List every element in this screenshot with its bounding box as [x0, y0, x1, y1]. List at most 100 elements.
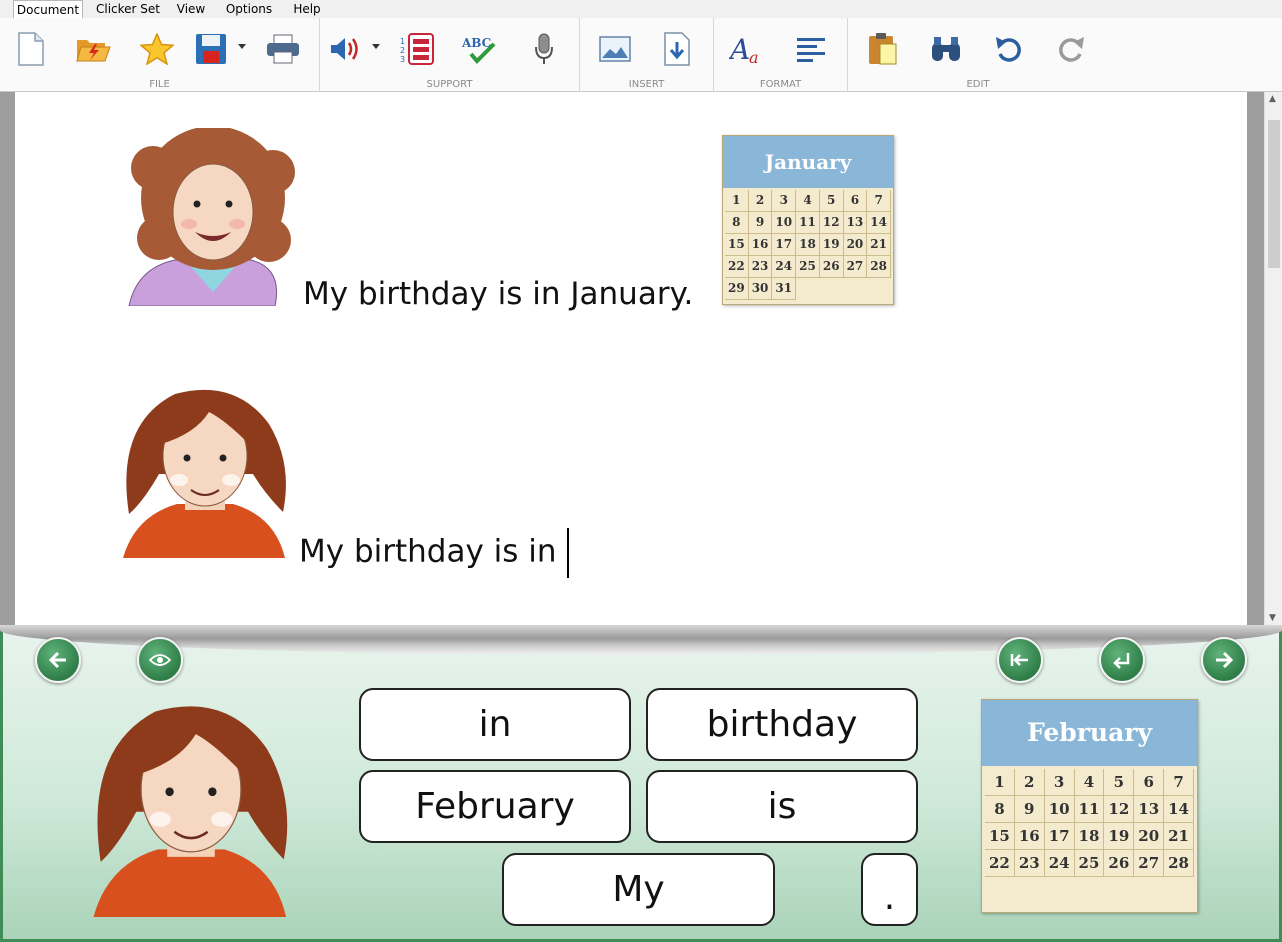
redo-button[interactable] — [1050, 28, 1092, 70]
insert-picture-button[interactable] — [594, 28, 636, 70]
favourites-button[interactable] — [136, 28, 178, 70]
find-button[interactable] — [925, 28, 967, 70]
word-cell-period[interactable]: . — [861, 853, 918, 926]
preview-button[interactable] — [137, 637, 183, 683]
calendar-day: 2 — [748, 190, 773, 212]
calendar-day: 7 — [1164, 769, 1194, 796]
word-cell-february[interactable]: February — [359, 770, 631, 843]
save-dropdown-arrow[interactable] — [238, 44, 246, 49]
word-cell-in[interactable]: in — [359, 688, 631, 761]
calendar-day: 11 — [796, 212, 820, 234]
tab-options[interactable]: Options — [222, 0, 276, 18]
return-icon — [1113, 653, 1130, 669]
scroll-up-arrow[interactable]: ▲ — [1269, 94, 1276, 104]
spell-check-button[interactable]: ABC — [458, 28, 500, 70]
document-page[interactable]: My birthday is in January. January 12345… — [15, 92, 1247, 625]
calendar-day: 20 — [843, 234, 868, 256]
february-calendar-cell[interactable]: February 1 2 3 4 5 6 7 8 9 10 11 12 13 14 15 16 17 18 19 20… — [981, 699, 1198, 913]
january-calendar-days: 1 2 3 4 5 6 7 8 9 10 11 12 13 14 15 16 17 18 19 20 21 22 23 24 2… — [723, 188, 893, 300]
tab-back-icon — [1010, 654, 1028, 666]
record-button[interactable] — [523, 28, 565, 70]
edit-group-label: EDIT — [966, 79, 990, 90]
document-vertical-scrollbar[interactable]: ▲ ▼ — [1264, 92, 1282, 625]
paste-button[interactable] — [862, 28, 904, 70]
align-left-button[interactable] — [790, 28, 832, 70]
file-group-label: FILE — [149, 79, 170, 90]
arrow-right-icon — [1216, 651, 1234, 669]
calendar-day: 27 — [1134, 850, 1165, 877]
tab-view[interactable]: View — [172, 0, 210, 18]
speech-dropdown-arrow[interactable] — [372, 44, 380, 49]
ribbon-tabs: Document Clicker Set View Options Help — [0, 0, 1282, 20]
new-line-button[interactable] — [1099, 637, 1145, 683]
february-calendar-days: 1 2 3 4 5 6 7 8 9 10 11 12 13 14 15 16 17 18 19 20 21 22 23 24 2… — [982, 766, 1197, 877]
speech-button[interactable] — [324, 28, 366, 70]
eye-icon — [149, 654, 171, 666]
calendar-day: 22 — [725, 256, 749, 278]
redo-icon — [1059, 37, 1084, 62]
calendar-day: 25 — [1074, 850, 1105, 877]
document-line-2: My birthday is in — [299, 528, 569, 578]
go-to-start-button[interactable] — [997, 637, 1043, 683]
calendar-day: 28 — [867, 256, 891, 278]
brown-haired-girl-picture — [123, 389, 286, 558]
calendar-day: 17 — [772, 234, 797, 256]
word-cell-birthday[interactable]: birthday — [646, 688, 918, 761]
svg-text:a: a — [749, 48, 759, 66]
arrow-left-icon — [48, 651, 66, 669]
calendar-day: 4 — [1074, 769, 1105, 796]
printer-icon — [267, 34, 299, 64]
numbered-list-icon: 123 — [400, 33, 434, 65]
new-document-button[interactable] — [10, 28, 52, 70]
calendar-day: 30 — [748, 278, 773, 300]
save-button[interactable] — [190, 28, 232, 70]
tab-document[interactable]: Document — [13, 0, 83, 20]
word-predictor-button[interactable]: 123 — [396, 28, 438, 70]
undo-icon — [996, 37, 1021, 62]
new-document-icon — [18, 32, 44, 66]
format-group-label: FORMAT — [759, 79, 802, 90]
calendar-day: 23 — [1014, 850, 1045, 877]
calendar-day: 18 — [796, 234, 820, 256]
support-group-label: SUPPORT — [426, 79, 473, 90]
tab-help[interactable]: Help — [288, 0, 326, 18]
calendar-day: 15 — [725, 234, 749, 256]
support-group: 123 ABC SUPPORT — [320, 18, 580, 91]
word-cell-my[interactable]: My — [502, 853, 775, 926]
insert-group-label: INSERT — [628, 79, 665, 90]
text-cursor — [566, 528, 569, 578]
ribbon-toolbar: FILE 123 ABC SUPPORT INSERT Aa FORMAT ED… — [0, 18, 1282, 92]
font-button[interactable]: Aa — [726, 28, 768, 70]
edit-group: EDIT — [848, 18, 1108, 91]
scroll-thumb[interactable] — [1268, 120, 1280, 268]
insert-group: INSERT — [580, 18, 714, 91]
binoculars-icon — [932, 37, 960, 61]
scroll-down-arrow[interactable]: ▼ — [1269, 613, 1276, 623]
calendar-day: 23 — [748, 256, 773, 278]
word-cell-is[interactable]: is — [646, 770, 918, 843]
calendar-day: 13 — [843, 212, 868, 234]
spell-check-icon: ABC — [461, 36, 496, 64]
calendar-day: 11 — [1074, 796, 1105, 823]
calendar-day: 3 — [1044, 769, 1075, 796]
insert-file-button[interactable] — [656, 28, 698, 70]
calendar-day: 27 — [843, 256, 868, 278]
calendar-day: 25 — [796, 256, 820, 278]
open-folder-icon — [76, 40, 111, 62]
january-calendar: January 1 2 3 4 5 6 7 8 9 10 11 12 13 14 15 16 17 18 19 20 2… — [722, 135, 894, 305]
january-calendar-month: January — [723, 136, 893, 188]
calendar-day: 1 — [985, 769, 1015, 796]
calendar-day: 29 — [725, 278, 749, 300]
forward-button[interactable] — [1201, 637, 1247, 683]
back-button[interactable] — [35, 637, 81, 683]
calendar-day: 12 — [1104, 796, 1135, 823]
calendar-day: 8 — [725, 212, 749, 234]
calendar-day: 26 — [1104, 850, 1135, 877]
february-calendar-month: February — [982, 700, 1197, 766]
print-button[interactable] — [262, 28, 304, 70]
calendar-day: 15 — [985, 823, 1015, 850]
open-button[interactable] — [72, 28, 114, 70]
tab-clicker-set[interactable]: Clicker Set — [92, 0, 164, 18]
calendar-day: 14 — [867, 212, 891, 234]
undo-button[interactable] — [988, 28, 1030, 70]
